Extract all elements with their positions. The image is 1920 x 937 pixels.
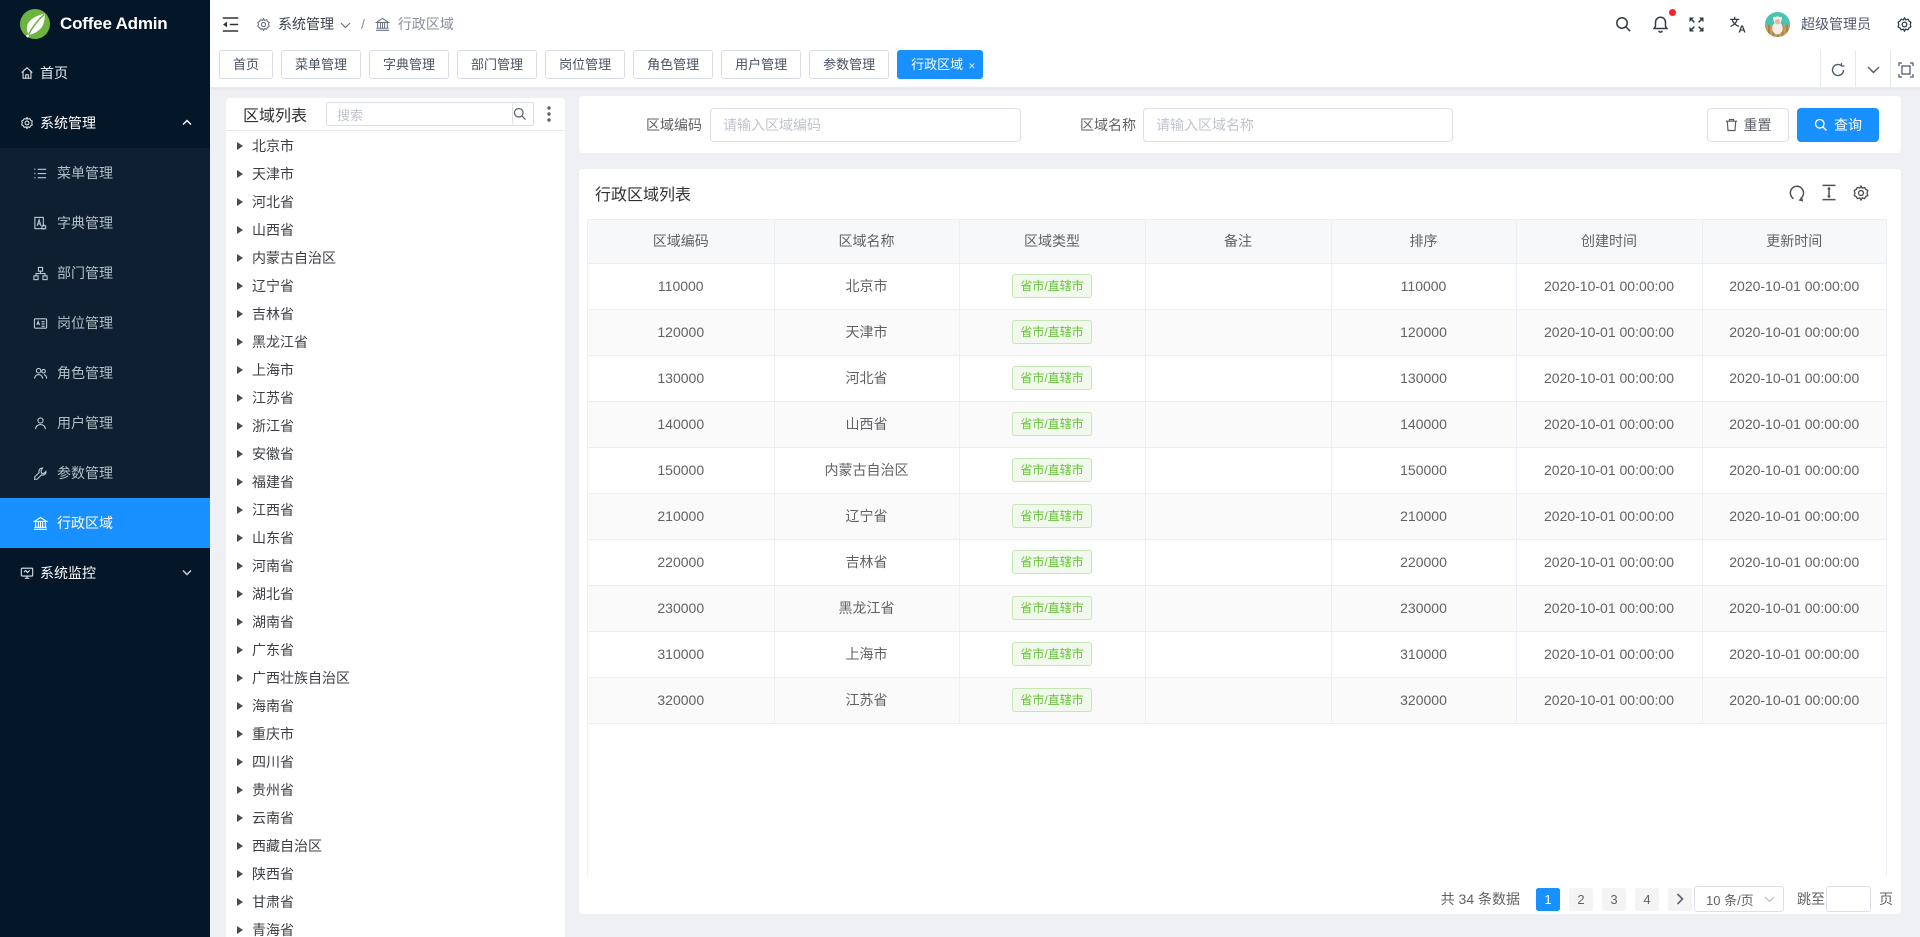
svg-text:A: A bbox=[1738, 23, 1746, 33]
